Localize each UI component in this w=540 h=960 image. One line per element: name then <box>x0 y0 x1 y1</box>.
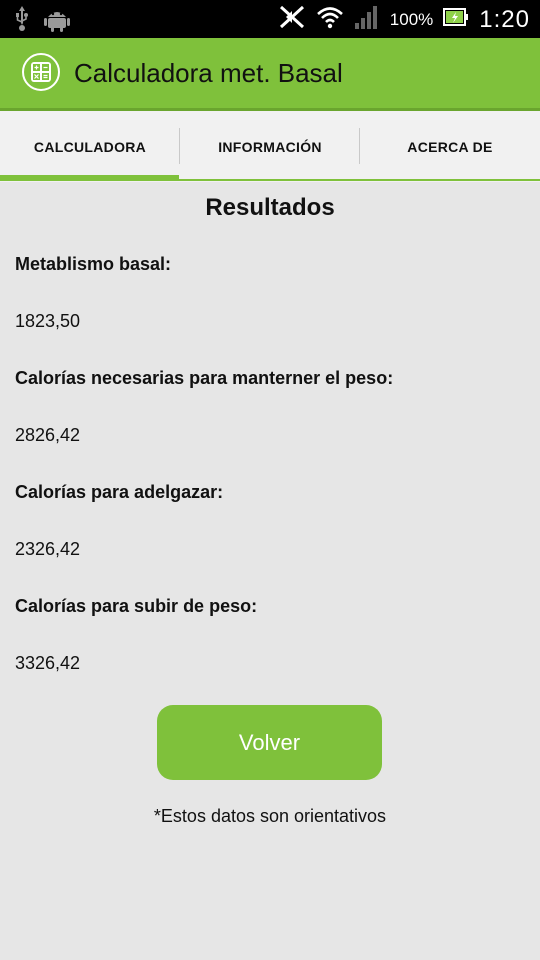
result-value-lose: 2326,42 <box>15 539 81 559</box>
status-bar-left <box>14 6 70 37</box>
mute-icon <box>278 4 306 35</box>
status-bar: 100% 1:20 <box>0 0 540 38</box>
result-label-lose: Calorías para adelgazar: <box>15 482 224 502</box>
result-value-maintain: 2826,42 <box>15 425 81 445</box>
status-time: 1:20 <box>479 5 530 33</box>
calculator-icon[interactable] <box>22 53 60 91</box>
result-label-maintain: Calorías necesarias para manterner el pe… <box>15 368 394 388</box>
result-label-basal: Metablismo basal: <box>15 254 172 274</box>
tab-selected-indicator <box>0 175 179 181</box>
volver-button[interactable]: Volver <box>157 705 382 780</box>
usb-icon <box>14 6 30 37</box>
action-bar: Calculadora met. Basal <box>0 38 540 108</box>
wifi-icon <box>316 5 344 34</box>
signal-icon <box>354 5 380 34</box>
result-label-gain: Calorías para subir de peso: <box>15 596 258 616</box>
battery-charging-icon <box>443 6 469 33</box>
android-debug-icon <box>44 6 70 37</box>
tab-calculadora[interactable]: CALCULADORA <box>0 111 180 182</box>
tab-bar: CALCULADORA INFORMACIÓN ACERCA DE <box>0 111 540 182</box>
tab-informacion[interactable]: INFORMACIÓN <box>180 111 360 182</box>
results-title: Resultados <box>205 194 335 221</box>
status-bar-right: 100% 1:20 <box>278 4 530 35</box>
app-title: Calculadora met. Basal <box>74 58 343 88</box>
tab-acerca-de[interactable]: ACERCA DE <box>360 111 540 182</box>
result-value-basal: 1823,50 <box>15 311 81 331</box>
result-value-gain: 3326,42 <box>15 653 81 673</box>
disclaimer-note: *Estos datos son orientativos <box>153 806 387 826</box>
battery-percent: 100% <box>389 9 434 29</box>
